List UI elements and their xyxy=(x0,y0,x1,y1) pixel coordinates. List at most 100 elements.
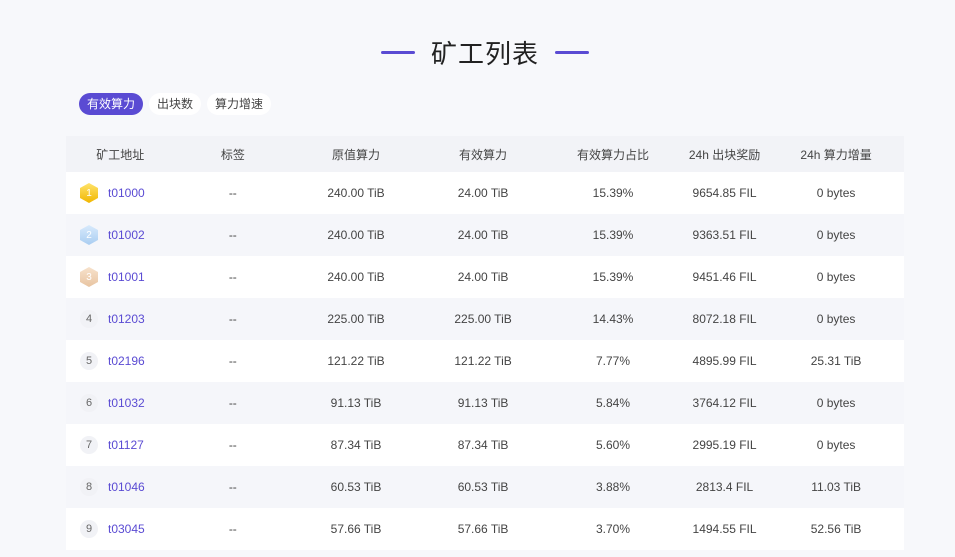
raw-power-cell: 87.34 TiB xyxy=(330,438,382,452)
table-row[interactable]: 6 t01032 -- 91.13 TiB 91.13 TiB 5.84% 3764.12 … xyxy=(66,382,904,424)
page-title: 矿工列表 xyxy=(430,39,539,69)
tab-power-growth[interactable]: 算力增速 xyxy=(207,93,272,115)
effective-ratio-cell: 15.39% xyxy=(592,186,634,200)
reward-cell: 9363.51 FIL xyxy=(692,228,757,242)
header-tag: 标签 xyxy=(220,147,245,162)
miner-address-cell: 1 t01000 xyxy=(66,183,175,203)
bronze-rank-icon: 3 xyxy=(80,267,98,287)
rank-number: 4 xyxy=(80,310,98,328)
growth-cell: 0 bytes xyxy=(816,312,856,326)
miner-address-cell: 8 t01046 xyxy=(66,478,175,496)
effective-power-cell: 24.00 TiB xyxy=(457,186,509,200)
effective-ratio-cell: 5.84% xyxy=(596,396,631,410)
tag-cell: -- xyxy=(228,438,237,452)
reward-cell: 4895.99 FIL xyxy=(692,354,757,368)
growth-cell: 11.03 TiB xyxy=(811,480,861,494)
growth-cell: 0 bytes xyxy=(816,270,856,284)
raw-power-cell: 121.22 TiB xyxy=(327,354,385,368)
table-row[interactable]: 5 t02196 -- 121.22 TiB 121.22 TiB 7.77% 4895.9… xyxy=(66,340,904,382)
tag-cell: -- xyxy=(228,522,237,536)
effective-power-cell: 225.00 TiB xyxy=(454,312,512,326)
rank-number: 5 xyxy=(80,352,98,370)
header-miner-address: 矿工地址 xyxy=(96,147,145,162)
tag-cell: -- xyxy=(228,480,237,494)
tag-cell: -- xyxy=(228,312,237,326)
reward-cell: 3764.12 FIL xyxy=(692,396,757,410)
title-decoration-right xyxy=(555,51,589,54)
rank-number: 7 xyxy=(80,436,98,454)
table-header: 矿工地址 标签 原值算力 有效算力 有效算力占比 24h 出块奖励 24h 算力… xyxy=(66,136,904,172)
tag-cell: -- xyxy=(228,354,237,368)
miner-address-cell: 5 t02196 xyxy=(66,352,175,370)
reward-cell: 2995.19 FIL xyxy=(692,438,757,452)
miner-address-link[interactable]: t01032 xyxy=(108,396,145,410)
miner-address-cell: 2 t01002 xyxy=(66,225,175,245)
effective-ratio-cell: 15.39% xyxy=(592,228,634,242)
header-24h-reward: 24h 出块奖励 xyxy=(688,147,761,162)
growth-cell: 0 bytes xyxy=(816,438,856,452)
reward-cell: 1494.55 FIL xyxy=(692,522,757,536)
miner-address-link[interactable]: t03045 xyxy=(108,522,145,536)
table-row[interactable]: 8 t01046 -- 60.53 TiB 60.53 TiB 3.88% 2813.4 F… xyxy=(66,466,904,508)
silver-rank-icon: 2 xyxy=(80,225,98,245)
header-raw-power: 原值算力 xyxy=(331,147,380,162)
raw-power-cell: 240.00 TiB xyxy=(327,228,385,242)
raw-power-cell: 57.66 TiB xyxy=(330,522,382,536)
effective-ratio-cell: 7.77% xyxy=(596,354,631,368)
ranking-tabs: 有效算力 出块数 算力增速 xyxy=(79,93,272,115)
growth-cell: 52.56 TiB xyxy=(810,522,862,536)
table-row[interactable]: 3 t01001 -- 240.00 TiB 24.00 TiB 15.39% 9451.4… xyxy=(66,256,904,298)
page-header: 矿工列表 xyxy=(0,34,955,71)
tag-cell: -- xyxy=(228,396,237,410)
miner-address-link[interactable]: t01002 xyxy=(108,228,145,242)
tab-blocks-count[interactable]: 出块数 xyxy=(149,93,202,115)
tag-cell: -- xyxy=(228,186,237,200)
gold-rank-icon: 1 xyxy=(80,183,98,203)
raw-power-cell: 240.00 TiB xyxy=(327,270,385,284)
raw-power-cell: 240.00 TiB xyxy=(327,186,385,200)
rank-number: 9 xyxy=(80,520,98,538)
miner-address-link[interactable]: t01127 xyxy=(108,438,144,452)
miner-address-cell: 7 t01127 xyxy=(66,436,175,454)
miner-address-link[interactable]: t01046 xyxy=(108,480,145,494)
table-row[interactable]: 9 t03045 -- 57.66 TiB 57.66 TiB 3.70% 1494.55 … xyxy=(66,508,904,550)
effective-power-cell: 121.22 TiB xyxy=(454,354,512,368)
table-row[interactable]: 2 t01002 -- 240.00 TiB 24.00 TiB 15.39% 9363.5… xyxy=(66,214,904,256)
miner-address-link[interactable]: t01000 xyxy=(108,186,145,200)
effective-power-cell: 91.13 TiB xyxy=(457,396,509,410)
effective-power-cell: 87.34 TiB xyxy=(457,438,509,452)
effective-ratio-cell: 14.43% xyxy=(592,312,634,326)
miner-address-link[interactable]: t01001 xyxy=(108,270,145,284)
table-row[interactable]: 1 t01000 -- 240.00 TiB 24.00 TiB 15.39% 9654.8… xyxy=(66,172,904,214)
header-effective-power: 有效算力 xyxy=(459,147,508,162)
effective-ratio-cell: 3.70% xyxy=(596,522,631,536)
miner-address-link[interactable]: t01203 xyxy=(108,312,145,326)
effective-power-cell: 24.00 TiB xyxy=(457,228,509,242)
effective-ratio-cell: 15.39% xyxy=(592,270,634,284)
miner-table: 矿工地址 标签 原值算力 有效算力 有效算力占比 24h 出块奖励 24h 算力… xyxy=(66,136,904,550)
rank-number: 8 xyxy=(80,478,98,496)
tag-cell: -- xyxy=(228,270,237,284)
reward-cell: 8072.18 FIL xyxy=(692,312,757,326)
growth-cell: 0 bytes xyxy=(816,186,856,200)
miner-address-cell: 4 t01203 xyxy=(66,310,175,328)
table-row[interactable]: 7 t01127 -- 87.34 TiB 87.34 TiB 5.60% 2995.19 … xyxy=(66,424,904,466)
growth-cell: 0 bytes xyxy=(816,228,856,242)
reward-cell: 9451.46 FIL xyxy=(692,270,757,284)
miner-address-link[interactable]: t02196 xyxy=(108,354,145,368)
header-24h-growth: 24h 算力增量 xyxy=(800,147,872,162)
miner-address-cell: 3 t01001 xyxy=(66,267,175,287)
raw-power-cell: 60.53 TiB xyxy=(330,480,382,494)
raw-power-cell: 225.00 TiB xyxy=(327,312,385,326)
raw-power-cell: 91.13 TiB xyxy=(330,396,382,410)
effective-ratio-cell: 5.60% xyxy=(596,438,631,452)
rank-number: 6 xyxy=(80,394,98,412)
effective-power-cell: 24.00 TiB xyxy=(457,270,509,284)
miner-address-cell: 9 t03045 xyxy=(66,520,175,538)
title-decoration-left xyxy=(380,51,415,54)
effective-power-cell: 57.66 TiB xyxy=(457,522,509,536)
table-row[interactable]: 4 t01203 -- 225.00 TiB 225.00 TiB 14.43% 8072.… xyxy=(66,298,904,340)
tab-effective-power[interactable]: 有效算力 xyxy=(79,93,144,115)
header-effective-ratio: 有效算力占比 xyxy=(577,147,650,162)
effective-ratio-cell: 3.88% xyxy=(596,480,631,494)
